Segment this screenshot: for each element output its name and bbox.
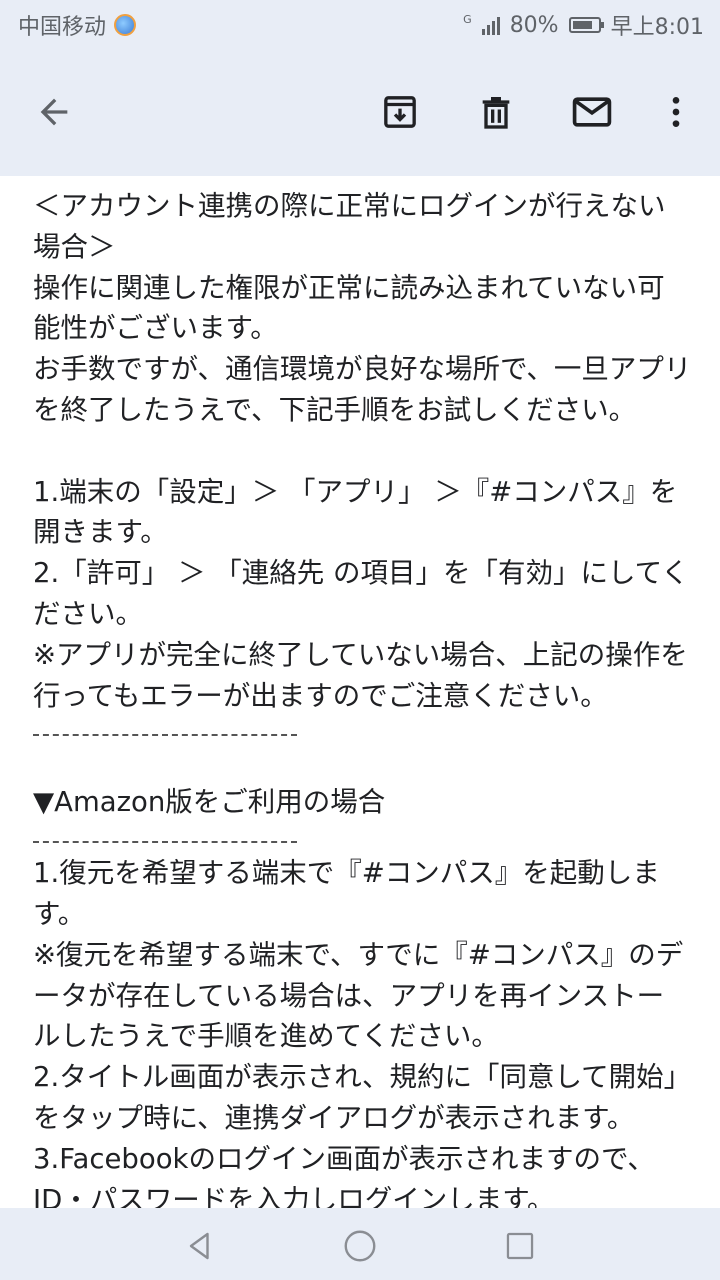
archive-icon: [384, 96, 416, 128]
body-line: を終了したうえで、下記手順をお試しください。: [33, 393, 637, 426]
body-line: 操作に関連した権限が正常に読み込まれていない可: [33, 271, 665, 304]
body-line: ※アプリが完全に終了していない場合、上記の操作を: [33, 638, 688, 671]
system-nav-bar: [0, 1208, 720, 1280]
body-line: 能性がございます。: [33, 312, 278, 345]
body-line: ID・パスワードを入力しログインします。: [33, 1183, 555, 1208]
nav-home-button[interactable]: [340, 1226, 380, 1266]
body-line: 2.タイトル画面が表示され、規約に「同意して開始」: [33, 1061, 692, 1094]
dashed-divider: [33, 716, 688, 744]
carrier-app-icon: [114, 14, 137, 36]
body-line: お手数ですが、通信環境が良好な場所で、一旦アプリ: [33, 353, 692, 386]
email-body: ＜アカウント連携の際に正常にログインが行えない 場合＞ 操作に関連した権限が正常…: [0, 176, 720, 1208]
section-heading: ▼Amazon版をご利用の場合: [33, 786, 386, 819]
body-line: ルしたうえで手順を進めてください。: [33, 1020, 499, 1053]
nav-recents-icon: [506, 1232, 534, 1260]
back-arrow-icon: [40, 98, 68, 126]
body-line: 行ってもエラーが出ますのでご注意ください。: [33, 679, 608, 712]
delete-icon: [482, 97, 510, 129]
mark-unread-button[interactable]: [568, 88, 616, 136]
body-line: 3.Facebookのログイン画面が表示されますので、: [33, 1142, 655, 1175]
body-line: 1.復元を希望する端末で『#コンパス』を起動しま: [33, 857, 660, 890]
status-bar: 中国移动 G 80% 早上8:01: [0, 0, 720, 50]
carrier-name: 中国移动: [18, 15, 107, 40]
body-line: 1.端末の「設定」＞ 「アプリ」 ＞『#コンパス』を: [33, 475, 678, 508]
body-line: ※復元を希望する端末で、すでに『#コンパス』のデ: [33, 938, 684, 971]
nav-back-button[interactable]: [180, 1226, 220, 1266]
battery-percent: 80%: [509, 12, 559, 38]
status-left: 中国移动: [18, 9, 137, 41]
body-line: ＜アカウント連携の際に正常にログインが行えない: [33, 190, 666, 222]
body-line: す。: [33, 897, 86, 930]
delete-button[interactable]: [472, 88, 520, 136]
archive-button[interactable]: [376, 88, 424, 136]
body-line: 場合＞: [33, 230, 116, 263]
status-right: G 80% 早上8:01: [463, 9, 704, 41]
battery-icon: [568, 17, 604, 33]
mark-unread-icon: [572, 97, 612, 127]
signal-icon: [481, 15, 500, 35]
body-line: 2.「許可」 ＞ 「連絡先 の項目」を「有効」にしてく: [33, 557, 689, 590]
more-options-button[interactable]: [652, 88, 700, 136]
nav-recents-button[interactable]: [500, 1226, 540, 1266]
body-line: 開きます。: [33, 516, 168, 549]
body-line: ータが存在している場合は、アプリを再インストー: [33, 979, 665, 1012]
body-line: をタップ時に、連携ダイアログが表示されます。: [33, 1101, 635, 1134]
nav-home-icon: [344, 1230, 376, 1262]
dashed-divider: [33, 823, 688, 853]
more-vert-icon: [672, 97, 680, 127]
network-type: G: [463, 13, 472, 26]
body-line: ださい。: [33, 597, 143, 630]
back-button[interactable]: [30, 88, 78, 136]
clock: 早上8:01: [610, 15, 704, 40]
email-toolbar: [0, 50, 720, 176]
nav-back-icon: [189, 1232, 209, 1260]
